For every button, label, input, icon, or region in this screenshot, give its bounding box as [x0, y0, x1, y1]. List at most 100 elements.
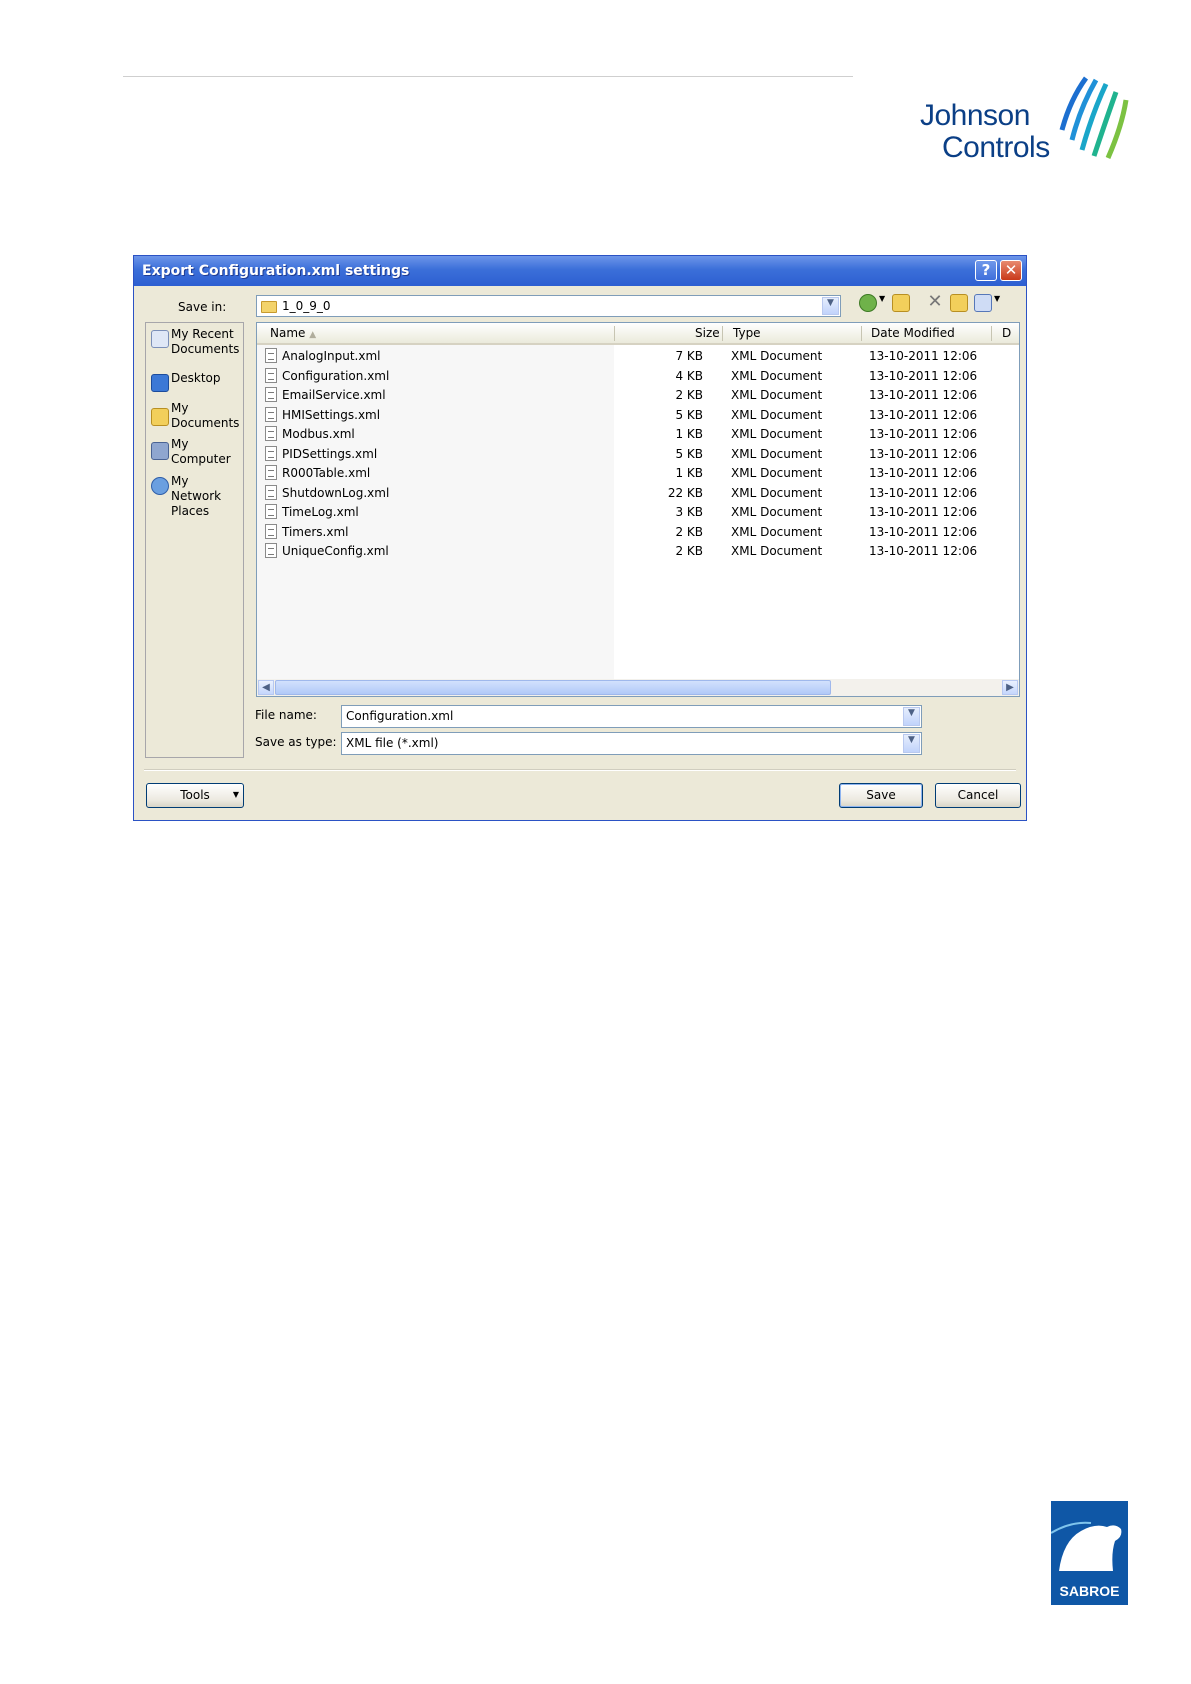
file-row[interactable]: HMISettings.xml 5 KB XML Document 13-10-… — [257, 406, 1019, 425]
close-button[interactable]: ✕ — [1000, 260, 1022, 281]
save-as-type-dropdown[interactable]: XML file (*.xml) ▼ — [341, 732, 922, 755]
save-in-dropdown[interactable]: 1_0_9_0 ▼ — [256, 295, 841, 317]
save-in-label: Save in: — [178, 300, 227, 314]
new-folder-icon[interactable] — [950, 294, 968, 312]
logo-line-1: Johnson — [920, 99, 1030, 132]
file-name: R000Table.xml — [282, 466, 371, 480]
cancel-button[interactable]: Cancel — [935, 783, 1021, 808]
xml-file-icon — [265, 504, 277, 519]
network-places-icon — [151, 477, 169, 495]
column-header-type[interactable]: Type — [733, 326, 761, 340]
export-dialog: Export Configuration.xml settings ? ✕ Sa… — [133, 255, 1027, 821]
column-header-extra[interactable]: D — [1002, 326, 1011, 340]
file-date: 13-10-2011 12:06 — [869, 524, 978, 539]
place-label: My Network Places — [171, 474, 222, 518]
file-date: 13-10-2011 12:06 — [869, 466, 978, 480]
file-row[interactable]: Configuration.xml 4 KB XML Document 13-1… — [257, 367, 1019, 386]
up-folder-icon[interactable] — [892, 294, 910, 312]
file-size: 1 KB — [675, 427, 703, 441]
file-name: AnalogInput.xml — [282, 349, 381, 363]
xml-file-icon — [265, 484, 277, 500]
file-date: 13-10-2011 12:06 — [869, 388, 978, 402]
file-name-input[interactable]: Configuration.xml ▼ — [341, 705, 922, 728]
file-row[interactable]: R000Table.xml 1 KB XML Document 13-10-20… — [257, 464, 1019, 483]
place-network-places[interactable]: My Network Places — [149, 474, 242, 518]
file-name: EmailService.xml — [282, 388, 386, 402]
horizontal-scrollbar[interactable]: ◀ ▶ — [257, 679, 1019, 696]
column-separator[interactable] — [861, 326, 862, 341]
logo-line-2: Controls — [942, 131, 1050, 164]
file-name: TimeLog.xml — [282, 505, 359, 519]
file-list[interactable]: Name ▲ Size Type Date Modified D AnalogI… — [256, 322, 1020, 697]
column-header-date[interactable]: Date Modified — [871, 326, 955, 340]
file-row[interactable]: TimeLog.xml 3 KB XML Document 13-10-2011… — [257, 503, 1019, 522]
place-label: My Recent Documents — [171, 327, 240, 356]
title-bar[interactable]: Export Configuration.xml settings ? ✕ — [134, 256, 1026, 286]
file-row[interactable]: Modbus.xml 1 KB XML Document 13-10-2011 … — [257, 425, 1019, 444]
file-name: Configuration.xml — [282, 368, 390, 383]
file-size: 4 KB — [675, 368, 703, 383]
file-size: 5 KB — [675, 446, 703, 461]
scroll-left-icon[interactable]: ◀ — [258, 680, 274, 695]
xml-file-icon — [265, 523, 277, 539]
file-row[interactable]: AnalogInput.xml 7 KB XML Document 13-10-… — [257, 347, 1019, 366]
column-separator[interactable] — [991, 326, 992, 341]
file-size: 2 KB — [675, 388, 703, 402]
header-rule — [123, 76, 853, 77]
save-button[interactable]: Save — [839, 783, 923, 808]
file-row[interactable]: Timers.xml 2 KB XML Document 13-10-2011 … — [257, 523, 1019, 542]
divider — [144, 769, 1016, 771]
sort-ascending-icon: ▲ — [309, 330, 317, 340]
xml-file-icon — [265, 367, 277, 383]
save-in-value: 1_0_9_0 — [282, 299, 331, 313]
file-name-label: File name: — [255, 708, 317, 722]
views-dropdown-icon[interactable]: ▼ — [994, 294, 1002, 312]
johnson-controls-logo: Johnson Controls — [920, 70, 1130, 170]
file-type: XML Document — [731, 446, 823, 461]
file-type: XML Document — [731, 524, 823, 539]
chevron-down-icon[interactable]: ▼ — [903, 707, 920, 726]
xml-file-icon — [265, 426, 277, 441]
file-row[interactable]: EmailService.xml 2 KB XML Document 13-10… — [257, 386, 1019, 405]
file-date: 13-10-2011 12:06 — [869, 368, 978, 383]
file-type: XML Document — [731, 427, 823, 441]
back-dropdown-icon[interactable]: ▼ — [879, 294, 887, 312]
file-size: 2 KB — [675, 524, 703, 539]
file-size: 3 KB — [675, 505, 703, 519]
help-button[interactable]: ? — [975, 260, 997, 281]
my-documents-icon — [151, 408, 169, 426]
file-type: XML Document — [731, 485, 823, 500]
tools-label: Tools — [180, 788, 210, 802]
file-size: 2 KB — [675, 544, 703, 558]
name-header-label: Name — [270, 326, 306, 340]
file-date: 13-10-2011 12:06 — [869, 505, 978, 519]
chevron-down-icon[interactable]: ▼ — [822, 297, 839, 315]
file-name: PIDSettings.xml — [282, 446, 378, 461]
recent-documents-icon — [151, 330, 169, 348]
place-label: My Documents — [171, 401, 240, 430]
file-row[interactable]: UniqueConfig.xml 2 KB XML Document 13-10… — [257, 542, 1019, 561]
column-header-size[interactable]: Size — [695, 326, 720, 340]
views-icon[interactable] — [974, 294, 992, 312]
file-row[interactable]: ShutdownLog.xml 22 KB XML Document 13-10… — [257, 484, 1019, 503]
tools-button[interactable]: Tools ▼ — [146, 783, 244, 808]
xml-file-icon — [265, 465, 277, 480]
column-separator[interactable] — [614, 326, 615, 341]
list-header: Name ▲ Size Type Date Modified D — [257, 323, 1019, 345]
sabroe-logo: SABROE — [1050, 1501, 1128, 1605]
file-type: XML Document — [731, 388, 823, 402]
back-icon[interactable] — [859, 294, 877, 312]
file-row[interactable]: PIDSettings.xml 5 KB XML Document 13-10-… — [257, 445, 1019, 464]
file-size: 1 KB — [675, 466, 703, 480]
place-my-computer[interactable]: My Computer — [149, 437, 242, 473]
column-header-name[interactable]: Name ▲ — [270, 326, 316, 340]
file-size: 22 KB — [667, 485, 703, 500]
delete-icon[interactable]: ✕ — [926, 293, 944, 312]
scrollbar-thumb[interactable] — [275, 680, 831, 695]
scroll-right-icon[interactable]: ▶ — [1002, 680, 1018, 695]
column-separator[interactable] — [722, 326, 723, 341]
place-recent-documents[interactable]: My Recent Documents — [149, 327, 242, 363]
chevron-down-icon[interactable]: ▼ — [903, 734, 920, 753]
file-type: XML Document — [731, 544, 823, 558]
place-my-documents[interactable]: My Documents — [149, 401, 242, 437]
